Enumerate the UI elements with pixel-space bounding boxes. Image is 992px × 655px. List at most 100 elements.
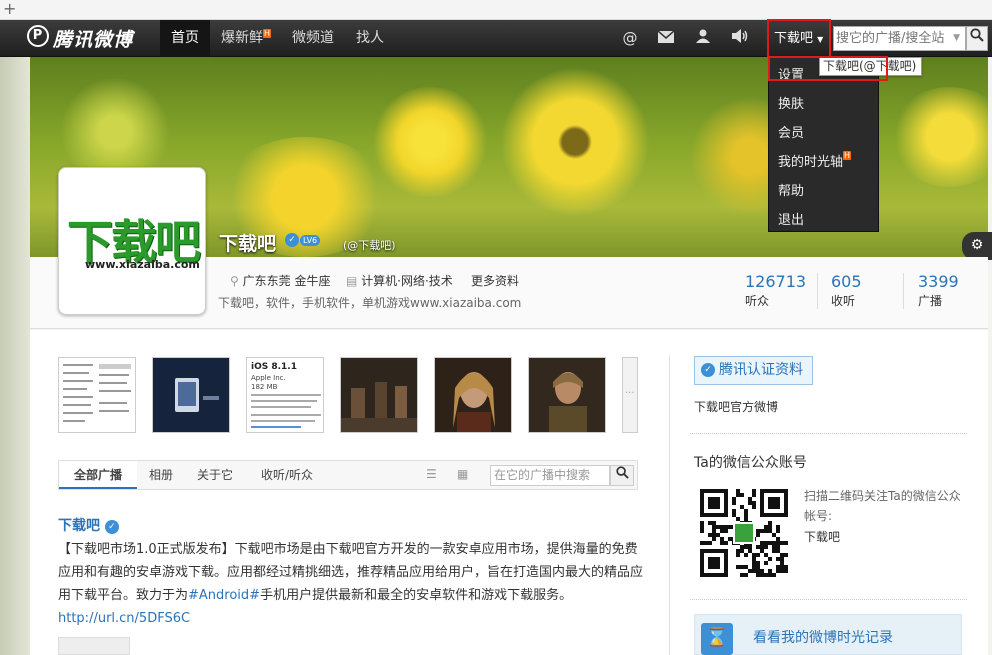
site-logo[interactable]: P 腾讯微博 — [27, 25, 133, 52]
highlight-box-settings — [768, 56, 888, 81]
certification-button[interactable]: ✓ 腾讯认证资料 — [694, 356, 813, 385]
location-pin-icon: ⚲ — [230, 274, 239, 288]
nav-item-label: 找人 — [356, 30, 384, 46]
menu-item-label: 退出 — [778, 213, 805, 228]
search-placeholder: 搜它的广播/搜全站 — [836, 31, 945, 46]
post-hashtag-link[interactable]: #Android# — [188, 588, 260, 603]
search-scope-dropdown-icon[interactable]: ▼ — [953, 27, 960, 50]
user-dropdown-menu: 设置 换肤 会员 我的时光轴H 帮助 退出 — [768, 57, 879, 232]
user-icon[interactable] — [693, 29, 713, 47]
industry-text: 计算机·网络·技术 — [361, 274, 453, 288]
gear-icon[interactable]: ⚙ — [962, 232, 992, 260]
profile-name: 下载吧 — [219, 233, 277, 255]
avatar[interactable]: 下载吧 www.xiazaiba.com — [58, 167, 206, 315]
post-search-placeholder: 在它的广播中搜索 — [494, 468, 591, 482]
wechat-hint: 扫描二维码关注Ta的微信公众帐号: — [804, 489, 961, 523]
sound-icon[interactable] — [730, 29, 750, 47]
stat-label: 广播 — [918, 294, 943, 308]
search-input[interactable]: 搜它的广播/搜全站 ▼ — [833, 26, 966, 51]
character-portrait-image — [529, 358, 605, 432]
qr-logo-icon — [733, 522, 755, 544]
page-background — [0, 57, 30, 655]
level-badge: LV6 — [300, 235, 321, 246]
nav-item-channels[interactable]: 微频道 — [281, 20, 345, 57]
stat-label: 收听 — [831, 294, 856, 308]
post-image-thumbnail[interactable] — [58, 637, 130, 655]
nav-item-find-people[interactable]: 找人 — [345, 20, 395, 57]
post-search-input[interactable]: 在它的广播中搜索 — [490, 465, 610, 486]
location-info: ⚲ 广东东莞 金牛座 — [230, 272, 330, 289]
tab-all-posts[interactable]: 全部广播 — [59, 461, 137, 489]
industry-info: ▤ 计算机·网络·技术 — [346, 272, 453, 289]
more-info-link[interactable]: 更多资料 — [471, 272, 519, 289]
new-badge: H — [263, 29, 272, 38]
tab-about[interactable]: 关于它 — [187, 461, 243, 489]
album-thumbnail[interactable] — [58, 357, 136, 433]
stat-value: 605 — [831, 272, 862, 291]
nav-item-label: 微频道 — [292, 30, 334, 46]
menu-item-help[interactable]: 帮助 — [778, 180, 804, 199]
album-thumbnail[interactable]: iOS 8.1.1 Apple Inc. 182 MB — [246, 357, 324, 433]
calendar-icon[interactable]: ▦ — [457, 467, 468, 481]
highlight-box-user-menu — [767, 19, 831, 58]
thumbnail-scroll-right[interactable]: ··· — [622, 357, 638, 433]
nav-item-label: 爆新鲜 — [221, 30, 263, 46]
at-icon[interactable]: @ — [620, 29, 640, 47]
post-author[interactable]: 下载吧 ✓ — [58, 515, 119, 535]
mail-icon[interactable] — [656, 29, 676, 47]
menu-item-membership[interactable]: 会员 — [778, 122, 804, 141]
menu-item-label: 帮助 — [778, 184, 805, 199]
thumb-title: iOS 8.1.1 — [251, 362, 297, 372]
profile-description: 下载吧，软件，手机软件，单机游戏www.xiazaiba.com — [218, 296, 522, 310]
search-icon — [615, 466, 629, 479]
stat-divider — [817, 273, 818, 309]
new-badge: H — [843, 151, 852, 160]
search-button[interactable] — [966, 26, 988, 51]
phone-photo-image — [153, 358, 229, 432]
thumb-size: 182 MB — [251, 383, 278, 391]
game-scene-image — [341, 358, 417, 432]
new-tab-icon[interactable]: + — [3, 0, 16, 18]
post-search-button[interactable] — [610, 465, 634, 486]
post-url-link[interactable]: http://url.cn/5DFS6C — [58, 611, 190, 626]
tab-album[interactable]: 相册 — [139, 461, 183, 489]
nav-item-home[interactable]: 首页 — [160, 20, 210, 57]
menu-item-timeline[interactable]: 我的时光轴H — [778, 151, 852, 170]
thumb-subtitle: Apple Inc. — [251, 374, 286, 382]
browser-tab-strip: + — [0, 0, 992, 20]
stat-value: 126713 — [745, 272, 807, 291]
more-dots-icon: ··· — [625, 388, 635, 399]
menu-item-label: 换肤 — [778, 97, 805, 112]
section-divider — [690, 599, 967, 600]
stat-divider — [903, 273, 904, 309]
album-thumbnail[interactable] — [434, 357, 512, 433]
tab-label: 相册 — [148, 468, 173, 482]
certification-label: 腾讯认证资料 — [719, 362, 803, 378]
album-thumbnail[interactable] — [340, 357, 418, 433]
nav-item-hot[interactable]: 爆新鲜H — [210, 20, 282, 57]
tab-label: 关于它 — [196, 468, 233, 482]
logo-mark-icon: P — [27, 25, 49, 47]
album-thumbnail[interactable] — [152, 357, 230, 433]
post-author-name: 下载吧 — [58, 518, 100, 534]
stat-label: 听众 — [745, 294, 770, 308]
logo-text: 腾讯微博 — [53, 29, 134, 51]
tab-label: 全部广播 — [73, 468, 122, 482]
wechat-qr-code — [700, 489, 788, 577]
stat-followers[interactable]: 126713 听众 — [745, 272, 806, 309]
post-body: 【下载吧市场1.0正式版发布】下载吧市场是由下载吧官方开发的一款安卓应用市场，提… — [58, 538, 643, 630]
menu-item-label: 会员 — [778, 126, 805, 141]
certification-description: 下载吧官方微博 — [694, 400, 779, 414]
menu-item-label: 我的时光轴 — [778, 155, 844, 170]
stat-following[interactable]: 605 收听 — [831, 272, 862, 309]
list-view-icon[interactable]: ☰ — [426, 467, 437, 481]
profile-handle: (@下载吧) — [343, 239, 396, 252]
album-thumbnail[interactable] — [528, 357, 606, 433]
timeline-link[interactable]: ⌛ 看看我的微博时光记录 — [694, 614, 962, 655]
menu-item-skin[interactable]: 换肤 — [778, 93, 804, 112]
stat-posts[interactable]: 3399 广播 — [918, 272, 959, 309]
avatar-url-text: www.xiazaiba.com — [85, 258, 200, 271]
menu-item-logout[interactable]: 退出 — [778, 209, 804, 228]
tab-follows[interactable]: 收听/听众 — [247, 461, 327, 489]
post-text: 手机用户提供最新和最全的安卓软件和游戏下载服务。 — [260, 588, 573, 603]
